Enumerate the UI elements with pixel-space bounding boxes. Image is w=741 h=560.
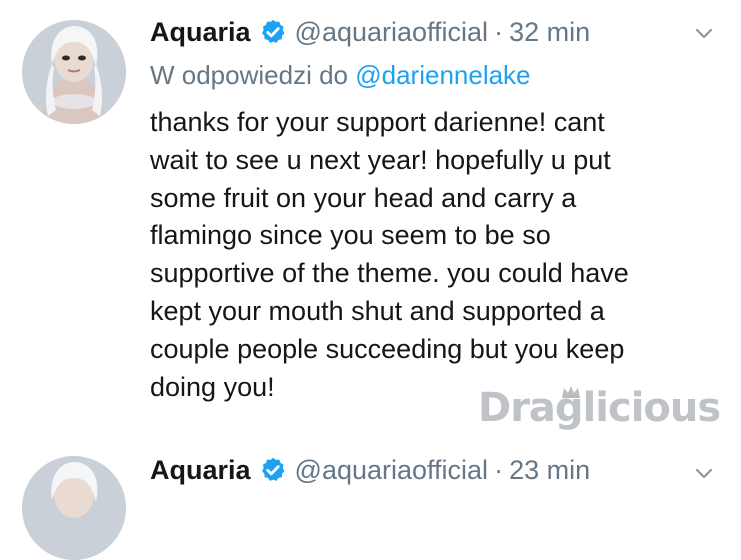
chevron-down-icon[interactable] xyxy=(693,462,715,484)
tweet[interactable]: Aquaria @aquariaofficial · 32 min W odpo… xyxy=(0,0,741,448)
tweet[interactable]: Aquaria @aquariaofficial · 23 min xyxy=(0,448,741,560)
separator-dot: · xyxy=(494,455,504,485)
chevron-down-icon[interactable] xyxy=(693,22,715,44)
verified-badge-icon xyxy=(259,18,287,46)
tweet-text: thanks for your support darienne! cant w… xyxy=(150,107,629,402)
author-name[interactable]: Aquaria xyxy=(150,452,251,488)
timestamp[interactable]: 32 min xyxy=(509,14,590,50)
reply-context: W odpowiedzi do @darienne​lake xyxy=(150,58,531,92)
crown-icon xyxy=(560,384,582,400)
reply-prefix: W odpowiedzi do xyxy=(150,60,348,90)
separator-dot: · xyxy=(494,17,504,47)
timestamp[interactable]: 23 min xyxy=(509,452,590,488)
tweet-header: Aquaria @aquariaofficial · 23 min xyxy=(150,452,590,488)
author-handle[interactable]: @aquariaofficial xyxy=(295,14,489,50)
reply-mention-link[interactable]: @darienne​lake xyxy=(355,60,530,90)
watermark-logo: Draglicious xyxy=(478,385,721,431)
avatar[interactable] xyxy=(22,20,126,124)
author-handle[interactable]: @aquariaofficial xyxy=(295,452,489,488)
author-name[interactable]: Aquaria xyxy=(150,14,251,50)
verified-badge-icon xyxy=(259,456,287,484)
avatar[interactable] xyxy=(22,456,126,560)
tweet-header: Aquaria @aquariaofficial · 32 min xyxy=(150,14,590,50)
